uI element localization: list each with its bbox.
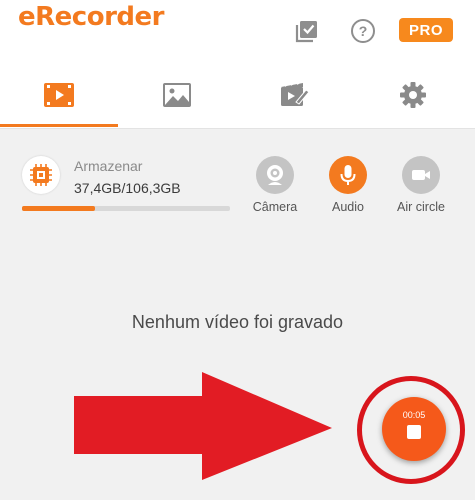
webcam-icon — [256, 156, 294, 194]
tab-images[interactable] — [118, 62, 236, 128]
stop-icon — [407, 425, 421, 439]
red-arrow-annotation — [74, 372, 332, 480]
checklist-icon — [295, 21, 317, 43]
camera-source-label: Câmera — [252, 200, 298, 214]
stop-recording-button[interactable]: 00:05 — [382, 397, 446, 461]
app-title: eRecorder — [18, 2, 164, 32]
audio-source-button[interactable]: Audio — [313, 156, 383, 216]
audio-source-label: Audio — [332, 200, 364, 214]
video-icon — [44, 83, 74, 107]
storage-label: Armazenar — [74, 158, 143, 174]
pro-badge[interactable]: PRO — [399, 18, 453, 42]
air-circle-source-button[interactable]: Air circle — [386, 156, 456, 216]
tab-editor[interactable] — [236, 62, 354, 128]
microphone-icon — [329, 156, 367, 194]
divider — [0, 128, 475, 129]
tab-videos[interactable] — [0, 62, 118, 128]
gear-icon — [400, 82, 426, 108]
top-bar: eRecorder ? PRO — [0, 0, 475, 128]
video-edit-icon — [281, 82, 310, 106]
tab-settings[interactable] — [354, 62, 472, 128]
image-icon — [163, 83, 191, 107]
storage-chip-icon — [22, 156, 60, 194]
checklist-button[interactable] — [292, 16, 322, 46]
camera-source-button[interactable]: Câmera — [240, 156, 310, 216]
storage-progress-fill — [22, 206, 96, 211]
help-icon: ? — [351, 19, 375, 43]
storage-value: 37,4GB/106,3GB — [74, 180, 181, 196]
active-tab-indicator — [0, 124, 118, 127]
help-button[interactable]: ? — [348, 16, 378, 46]
air-circle-source-label: Air circle — [397, 200, 445, 214]
storage-progress-bar — [22, 206, 230, 211]
video-camera-icon — [402, 156, 440, 194]
empty-state-message: Nenhum vídeo foi gravado — [131, 312, 344, 332]
svg-text:?: ? — [359, 23, 368, 39]
tab-bar — [0, 62, 475, 128]
recording-timer: 00:05 — [402, 410, 426, 420]
